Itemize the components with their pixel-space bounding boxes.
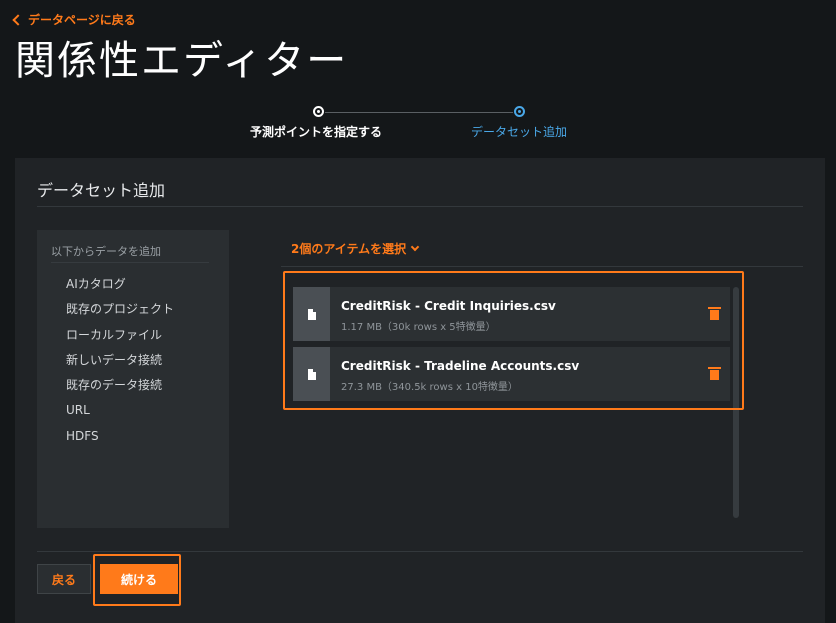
- back-link-label: データページに戻る: [28, 13, 136, 27]
- file-meta: 27.3 MB（340.5k rows x 10特徴量）: [341, 382, 518, 393]
- file-name: CreditRisk - Credit Inquiries.csv: [341, 299, 556, 313]
- scrollbar[interactable]: [733, 287, 739, 518]
- source-existing-data-connection[interactable]: 既存のデータ接続: [66, 373, 174, 398]
- chevron-down-icon: [410, 242, 420, 251]
- selected-items-toggle[interactable]: 2個のアイテムを選択: [291, 240, 420, 257]
- back-button[interactable]: 戻る: [37, 564, 91, 594]
- source-ai-catalog[interactable]: AIカタログ: [66, 272, 174, 297]
- trash-icon[interactable]: [708, 307, 721, 320]
- file-name: CreditRisk - Tradeline Accounts.csv: [341, 359, 580, 373]
- step-2-indicator: [514, 106, 525, 117]
- source-url[interactable]: URL: [66, 398, 174, 423]
- page-title: 関係性エディター: [15, 38, 349, 84]
- divider: [281, 266, 803, 267]
- source-new-data-connection[interactable]: 新しいデータ接続: [66, 348, 174, 373]
- step-2-label: データセット追加: [471, 125, 568, 139]
- data-source-menu: 以下からデータを追加 AIカタログ 既存のプロジェクト ローカルファイル 新しい…: [37, 230, 229, 528]
- continue-button[interactable]: 続ける: [100, 564, 178, 594]
- file-meta: 1.17 MB（30k rows x 5特徴量）: [341, 322, 496, 333]
- divider: [37, 551, 803, 552]
- stepper: 予測ポイントを指定する データセット追加: [0, 100, 836, 140]
- chevron-left-icon: [12, 13, 24, 26]
- panel-title: データセット追加: [37, 181, 166, 200]
- divider: [51, 262, 209, 263]
- file-card: CreditRisk - Credit Inquiries.csv 1.17 M…: [293, 287, 730, 341]
- source-hdfs[interactable]: HDFS: [66, 424, 174, 449]
- data-source-header: 以下からデータを追加: [51, 245, 161, 258]
- step-1-label: 予測ポイントを指定する: [250, 125, 383, 139]
- data-source-list: AIカタログ 既存のプロジェクト ローカルファイル 新しいデータ接続 既存のデー…: [66, 272, 174, 449]
- source-local-file[interactable]: ローカルファイル: [66, 323, 174, 348]
- add-dataset-panel: データセット追加 以下からデータを追加 AIカタログ 既存のプロジェクト ローカ…: [15, 158, 825, 623]
- back-to-data-page-link[interactable]: データページに戻る: [12, 11, 136, 28]
- trash-icon[interactable]: [708, 367, 721, 380]
- divider: [37, 206, 803, 207]
- file-icon: [293, 347, 330, 401]
- selected-items-label: 2個のアイテムを選択: [291, 242, 407, 256]
- stepper-connector: [325, 112, 513, 113]
- source-existing-project[interactable]: 既存のプロジェクト: [66, 297, 174, 322]
- file-card: CreditRisk - Tradeline Accounts.csv 27.3…: [293, 347, 730, 401]
- step-1-indicator: [313, 106, 324, 117]
- file-icon: [293, 287, 330, 341]
